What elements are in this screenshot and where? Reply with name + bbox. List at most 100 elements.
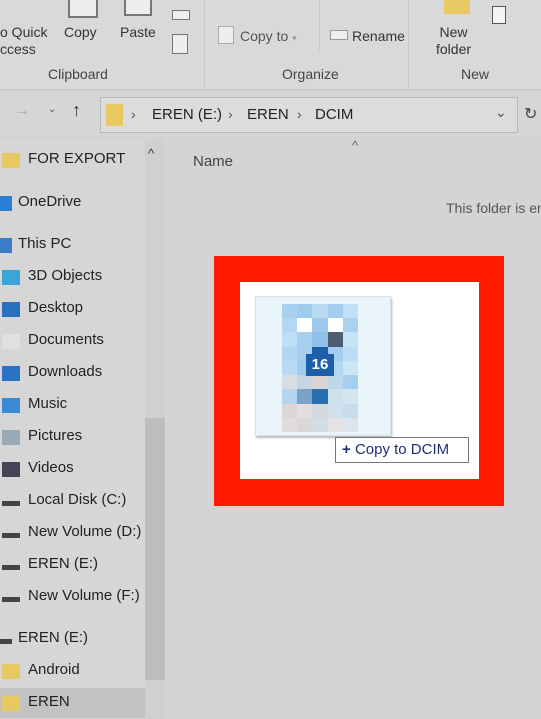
sidebar-item-label: Music: [28, 395, 68, 412]
thumbnail-pixel: [282, 403, 298, 418]
desktop-icon: [2, 302, 20, 317]
sidebar-item[interactable]: OneDrive: [0, 188, 145, 218]
paste-button[interactable]: Paste: [120, 24, 156, 41]
folder-icon: [2, 153, 20, 168]
empty-folder-message: This folder is empty.: [446, 200, 541, 216]
sidebar-item[interactable]: Downloads: [0, 358, 145, 388]
cube-icon: [2, 270, 20, 285]
music-icon: [2, 398, 20, 413]
up-arrow-icon[interactable]: ↑: [72, 100, 81, 121]
thumbnail-pixel: [312, 304, 328, 319]
breadcrumb-eren[interactable]: EREN: [247, 106, 289, 123]
pin-to-quick-access-button[interactable]: o Quick ccess: [0, 24, 47, 58]
address-bar[interactable]: › EREN (E:) › EREN › DCIM ⌄: [100, 97, 518, 133]
sidebar-item[interactable]: Local Disk (C:): [0, 486, 145, 516]
sidebar-item[interactable]: Pictures: [0, 422, 145, 452]
divider: [204, 0, 205, 88]
sidebar-item-label: EREN: [28, 693, 70, 710]
thumbnail-pixel: [342, 304, 358, 319]
thumbnail-pixel: [282, 360, 298, 376]
thumbnail-pixel: [327, 318, 343, 333]
thumbnail-pixel: [312, 389, 328, 404]
recent-locations-chevron-icon[interactable]: ⌄: [48, 104, 56, 115]
thumbnail-pixel: [297, 417, 313, 432]
sidebar-item[interactable]: EREN: [0, 688, 145, 718]
scroll-up-icon[interactable]: ^: [148, 146, 154, 161]
refresh-icon[interactable]: ↻: [524, 104, 537, 124]
copy-icon: [68, 0, 98, 18]
breadcrumb-separator-icon: ›: [131, 106, 136, 122]
folder-icon: [106, 104, 123, 126]
thumbnail-pixel: [342, 403, 358, 418]
rename-icon: [330, 30, 348, 40]
thumbnail-pixel: [342, 375, 358, 390]
sidebar-item[interactable]: Videos: [0, 454, 145, 484]
drive-icon: [2, 565, 20, 570]
thumbnail-pixel: [327, 417, 343, 432]
thumbnail-pixel: [282, 304, 298, 319]
cut-icon[interactable]: [172, 10, 190, 20]
new-folder-button[interactable]: New folder: [436, 24, 471, 58]
sidebar-item-label: OneDrive: [18, 193, 82, 210]
sidebar-item-label: 3D Objects: [28, 267, 103, 284]
paste-shortcut-icon[interactable]: [172, 34, 188, 54]
address-dropdown-icon[interactable]: ⌄: [495, 104, 507, 121]
thumbnail-pixel: [327, 304, 343, 319]
copy-button[interactable]: Copy: [64, 24, 97, 41]
copy-to-button[interactable]: Copy to ▾: [240, 28, 297, 47]
paste-icon: [124, 0, 152, 16]
scrollbar-thumb[interactable]: [145, 418, 165, 680]
thumbnail-pixel: [297, 304, 313, 319]
sidebar-item[interactable]: FOR EXPORT: [0, 145, 145, 175]
pictures-icon: [2, 430, 20, 445]
sidebar-item[interactable]: 3D Objects: [0, 262, 145, 292]
column-header-name[interactable]: Name: [193, 153, 233, 170]
divider: [408, 0, 409, 88]
breadcrumb-separator-icon: ›: [297, 106, 302, 122]
breadcrumb-dcim[interactable]: DCIM: [315, 106, 353, 123]
file-count-badge: 16: [306, 354, 334, 376]
sidebar-item[interactable]: Desktop: [0, 294, 145, 324]
thumbnail-pixel: [282, 375, 298, 390]
sidebar-item[interactable]: New Volume (F:): [0, 582, 145, 612]
breadcrumb-separator-icon: ›: [228, 106, 233, 122]
sidebar-item[interactable]: Android: [0, 656, 145, 686]
forward-arrow-icon[interactable]: →: [14, 102, 30, 120]
sidebar-item[interactable]: Documents: [0, 326, 145, 356]
download-icon: [2, 366, 20, 381]
rename-button[interactable]: Rename: [352, 28, 405, 45]
group-new: New: [461, 66, 490, 82]
thumbnail-pixel: [282, 389, 298, 404]
new-folder-icon: [444, 0, 470, 14]
sidebar-item[interactable]: EREN (E:): [0, 550, 145, 580]
thumbnail-pixel: [312, 417, 328, 432]
sidebar-item-label: New Volume (D:): [28, 523, 142, 540]
sidebar-item[interactable]: New Volume (D:): [0, 518, 145, 548]
thumbnail-pixel: [342, 332, 358, 347]
document-icon: [2, 334, 20, 349]
sidebar-item[interactable]: This PC: [0, 230, 145, 260]
plus-icon: +: [342, 441, 351, 458]
thumbnail-pixel: [297, 318, 313, 333]
sidebar-item-label: Local Disk (C:): [28, 491, 127, 508]
drive-icon: [2, 501, 20, 506]
sidebar-item-label: Downloads: [28, 363, 103, 380]
drive-icon: [0, 639, 12, 644]
sidebar-item-label: Android: [28, 661, 80, 678]
group-organize: Organize: [282, 66, 339, 82]
thumbnail-pixel: [342, 346, 358, 361]
drive-icon: [2, 533, 20, 538]
thumbnail-pixel: [342, 389, 358, 404]
thumbnail-pixel: [342, 417, 358, 432]
sidebar-item[interactable]: EREN (E:): [0, 624, 145, 654]
sidebar-item[interactable]: Music: [0, 390, 145, 420]
new-item-icon[interactable]: [492, 6, 506, 24]
breadcrumb-eren-drive[interactable]: EREN (E:): [152, 106, 222, 123]
sidebar-item-label: EREN (E:): [28, 555, 99, 572]
video-icon: [2, 462, 20, 477]
thumbnail-pixel: [342, 318, 358, 333]
thumbnail-pixel: [297, 375, 313, 390]
sidebar-item-label: FOR EXPORT: [28, 150, 126, 167]
sidebar-item-label: This PC: [18, 235, 72, 252]
thumbnail-pixel: [297, 403, 313, 418]
